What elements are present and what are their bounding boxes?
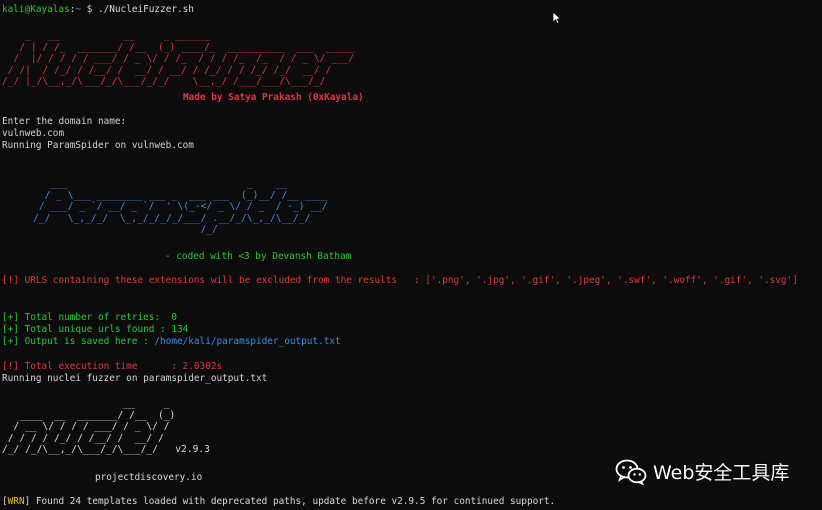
- prompt-line: kali@Kayalas:~ $ ./NucleiFuzzer.sh: [2, 4, 194, 16]
- warning-tag: WRN: [7, 496, 25, 507]
- command-text: ./NucleiFuzzer.sh: [97, 4, 194, 15]
- running-paramspider-line: Running ParamSpider on vulnweb.com: [2, 140, 194, 151]
- excluded-extensions-line: [!] URLS containing these extensions wil…: [2, 275, 798, 286]
- nuclei-banner: __ _ ____ __ _______/ /__ (_) / __ \/ / …: [2, 398, 210, 456]
- paramspider-banner: ___ _ __ / _ \___ ________ ___ _ ___ ___…: [33, 178, 328, 236]
- running-nuclei-line: Running nuclei fuzzer on paramspider_out…: [2, 373, 268, 384]
- warning-text: Found 24 templates loaded with deprecate…: [30, 496, 556, 507]
- terminal-window[interactable]: kali@Kayalas:~ $ ./NucleiFuzzer.sh _ __ …: [0, 0, 822, 510]
- domain-input-line: vulnweb.com: [2, 128, 65, 139]
- prompt-user: kali@Kayalas: [2, 4, 70, 15]
- enter-domain-line: Enter the domain name:: [2, 116, 127, 127]
- warning-line: [WRN] Found 24 templates loaded with dep…: [2, 496, 556, 507]
- watermark-text: Web安全工具库: [653, 462, 790, 484]
- retries-line: [+] Total number of retries: 0: [2, 312, 177, 323]
- wechat-icon: [615, 459, 647, 485]
- coded-with-line: - coded with <3 by Devansh Batham: [165, 251, 352, 262]
- mouse-cursor-icon: [552, 11, 562, 25]
- nucleifuzzer-banner: _ __ __ _ ______ / | / /_ _______/ /__ (…: [2, 30, 355, 88]
- unique-urls-line: [+] Total unique urls found : 134: [2, 324, 189, 335]
- prompt-symbol: $: [81, 4, 98, 15]
- output-saved-line: [+] Output is saved here : /home/kali/pa…: [2, 336, 341, 348]
- made-by-line: Made by Satya Prakash (0xKayala): [183, 92, 364, 103]
- projectdiscovery-line: projectdiscovery.io: [95, 472, 203, 483]
- execution-time-line: [!] Total execution time : 2.0302s: [2, 361, 223, 372]
- watermark: Web安全工具库: [615, 458, 789, 485]
- output-saved-path: /home/kali/paramspider_output.txt: [154, 336, 341, 347]
- output-saved-label: [+] Output is saved here :: [2, 336, 155, 347]
